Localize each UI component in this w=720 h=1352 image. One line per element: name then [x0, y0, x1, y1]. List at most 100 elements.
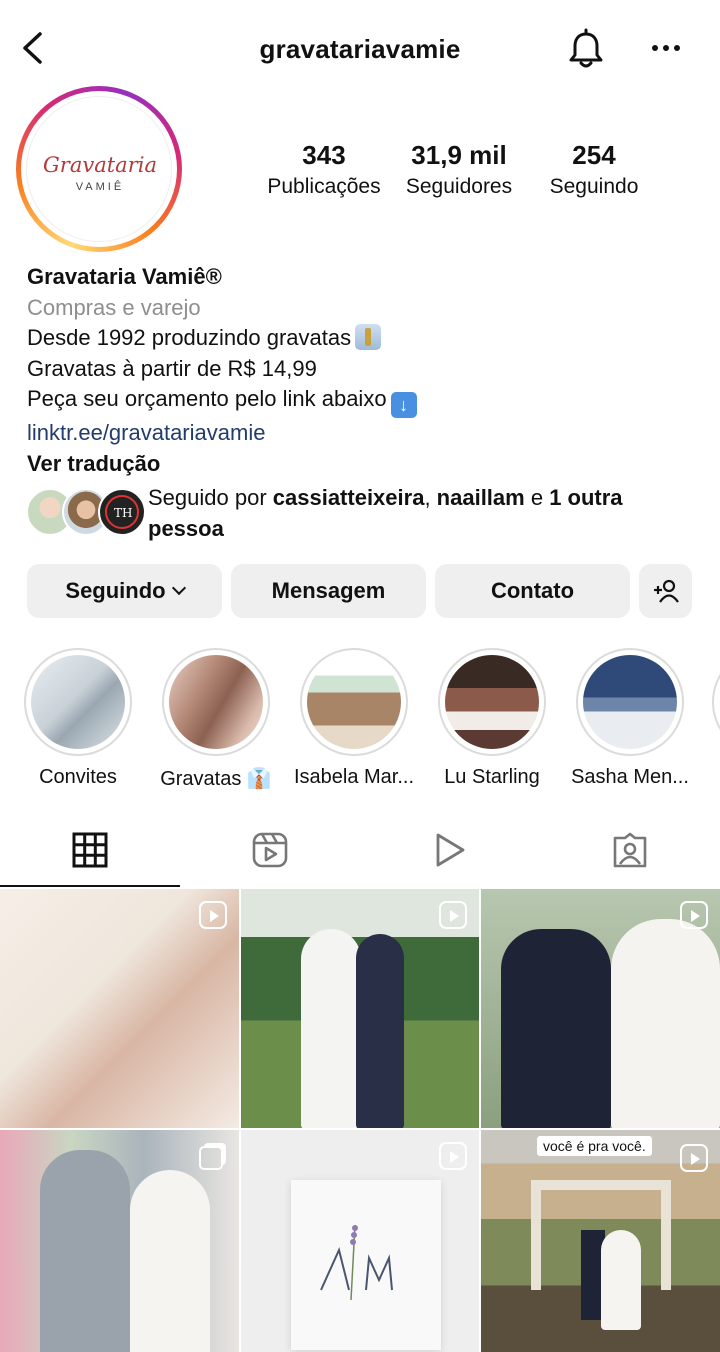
posts-count[interactable]: 343 Publicações [262, 140, 386, 199]
highlight-cover [583, 655, 677, 749]
suggested-users-button[interactable] [639, 564, 692, 618]
conjunction: e [524, 485, 550, 510]
reel-badge-icon [680, 901, 708, 929]
groom-figure [356, 934, 404, 1128]
story-highlight[interactable]: Sasha Men... [571, 648, 689, 789]
profile-tabs [0, 820, 720, 888]
highlight-cover [445, 655, 539, 749]
mutual-user-2[interactable]: naaillam [437, 485, 525, 510]
reel-badge-icon [680, 1144, 708, 1172]
bride-figure [301, 929, 361, 1128]
following-button[interactable]: Seguindo [27, 564, 222, 618]
followers-count-label: Seguidores [405, 175, 513, 198]
reel-badge-icon [439, 901, 467, 929]
chevron-down-icon [171, 580, 186, 596]
highlight-ring [712, 648, 720, 756]
profile-category: Compras e varejo [27, 294, 201, 320]
profile-display-name: Gravataria Vamiê® [27, 264, 222, 289]
svg-text:TH: TH [114, 506, 132, 520]
bride-figure [601, 1230, 641, 1330]
story-highlight[interactable]: Gravatas 👔 [160, 648, 272, 791]
reel-badge-icon [199, 901, 227, 929]
followers-count-value: 31,9 mil [411, 140, 507, 170]
following-count[interactable]: 254 Seguindo [536, 140, 652, 199]
reel-badge-icon [439, 1142, 467, 1170]
highlight-label: Isabela Mar... [293, 766, 415, 788]
post-thumbnail[interactable]: você é pra você. [481, 1130, 720, 1352]
tab-reels[interactable] [180, 820, 360, 888]
story-highlight-partial[interactable] [712, 648, 720, 756]
contact-button[interactable]: Contato [435, 564, 630, 618]
post-thumbnail[interactable] [241, 889, 479, 1128]
highlight-ring [576, 648, 684, 756]
avatar: TH [98, 488, 146, 536]
notification-bell-icon[interactable] [566, 28, 606, 70]
bride-figure [130, 1170, 210, 1352]
story-highlight[interactable]: Convites [24, 648, 132, 789]
tab-videos[interactable] [360, 820, 540, 888]
reels-icon [252, 832, 288, 868]
bio-line-2: Gravatas à partir de R$ 14,99 [27, 355, 317, 381]
highlight-cover [307, 655, 401, 749]
highlight-cover [169, 655, 263, 749]
highlight-ring [162, 648, 270, 756]
highlight-ring [300, 648, 408, 756]
active-tab-indicator [0, 885, 180, 887]
profile-bio: Gravataria Vamiê® Compras e varejo Desde… [27, 262, 697, 479]
following-count-value: 254 [572, 140, 616, 170]
post-thumbnail[interactable] [0, 1130, 239, 1352]
necktie-emoji-icon [355, 324, 382, 350]
highlight-label: Convites [39, 766, 117, 788]
contact-button-label: Contato [490, 578, 575, 603]
posts-count-label: Publicações [267, 175, 381, 198]
avatar-logo: Gravataria VAMIÊ [26, 96, 172, 242]
highlight-label: Lu Starling [444, 766, 540, 788]
followed-by-text[interactable]: Seguido por cassiatteixeira, naaillam e … [148, 483, 688, 544]
bride-figure [611, 919, 720, 1128]
message-button[interactable]: Mensagem [231, 564, 426, 618]
profile-avatar[interactable]: Gravataria VAMIÊ [16, 86, 182, 252]
grid-icon [72, 832, 108, 868]
logo-subtitle: VAMIÊ [75, 181, 125, 193]
carousel-badge-icon [199, 1146, 223, 1170]
bio-link[interactable]: linktr.ee/gravatariavamie [27, 418, 697, 449]
post-thumbnail[interactable] [241, 1130, 479, 1352]
profile-header: gravatariavamie [0, 0, 720, 100]
separator: , [424, 485, 437, 510]
post-thumbnail[interactable] [0, 889, 239, 1128]
highlight-ring [438, 648, 546, 756]
more-options-icon[interactable] [648, 38, 684, 58]
post-caption-overlay: você é pra você. [537, 1136, 652, 1156]
bio-line-3: Peça seu orçamento pelo link abaixo [27, 386, 387, 411]
monogram-icon: TH [105, 495, 139, 529]
bio-line-1: Desde 1992 produzindo gravatas [27, 325, 352, 350]
highlight-label: Gravatas 👔 [160, 768, 272, 790]
mutual-user-1[interactable]: cassiatteixeira [273, 485, 425, 510]
tab-tagged[interactable] [540, 820, 720, 888]
posts-count-value: 343 [302, 140, 346, 170]
down-arrow-emoji-icon: ↓ [390, 392, 417, 418]
groom-figure [40, 1150, 130, 1352]
groom-figure [501, 929, 611, 1128]
following-count-label: Seguindo [549, 175, 639, 198]
message-button-label: Mensagem [271, 578, 386, 603]
logo-wordmark: Gravataria [43, 153, 157, 177]
bio-line: Peça seu orçamento pelo link abaixo ↓ [27, 384, 697, 418]
add-person-icon [653, 579, 679, 603]
followers-count[interactable]: 31,9 mil Seguidores [396, 140, 522, 199]
followed-by-prefix: Seguido por [148, 485, 273, 510]
tab-posts[interactable] [0, 820, 180, 888]
bio-line: Desde 1992 produzindo gravatas [27, 323, 697, 354]
highlight-label: Sasha Men... [571, 766, 689, 788]
avatar-border: Gravataria VAMIÊ [21, 91, 177, 247]
following-button-label: Seguindo [65, 578, 166, 603]
highlight-cover [31, 655, 125, 749]
play-icon [436, 833, 465, 867]
highlight-ring [24, 648, 132, 756]
story-highlight[interactable]: Isabela Mar... [294, 648, 414, 789]
see-translation-link[interactable]: Ver tradução [27, 449, 697, 480]
mutual-followers-avatars[interactable]: TH [26, 488, 146, 540]
post-thumbnail[interactable] [481, 889, 720, 1128]
monogram-icon [320, 1224, 393, 1301]
story-highlight[interactable]: Lu Starling [438, 648, 546, 789]
